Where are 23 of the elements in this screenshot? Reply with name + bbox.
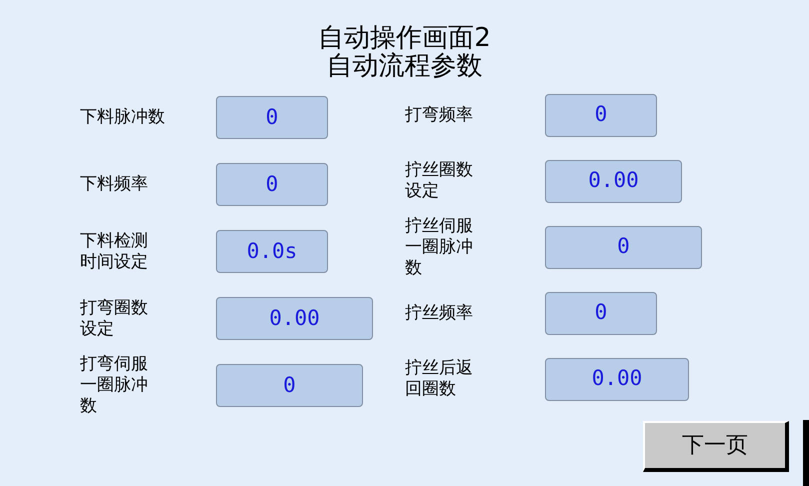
parameter-label: 拧丝后返回圈数 <box>405 358 473 400</box>
value-field[interactable]: 0.00 <box>545 160 682 202</box>
value-field[interactable]: 0 <box>545 226 702 268</box>
value-field[interactable]: 0.00 <box>216 297 373 340</box>
parameter-label: 拧丝圈数设定 <box>405 160 473 202</box>
parameter-label: 打弯伺服一圈脉冲数 <box>80 354 148 417</box>
next-page-button[interactable]: 下一页 <box>643 421 789 472</box>
parameter-label: 下料检测时间设定 <box>80 230 148 272</box>
screen-title: 自动操作画面2 <box>318 24 491 52</box>
value-field[interactable]: 0 <box>545 292 657 334</box>
value-field[interactable]: 0.00 <box>545 358 689 400</box>
parameter-label: 打弯频率 <box>405 104 474 126</box>
value-field[interactable]: 0.0s <box>216 230 328 273</box>
value-field[interactable]: 0 <box>216 96 328 139</box>
value-field[interactable]: 0 <box>545 94 657 136</box>
parameter-label: 拧丝伺服一圈脉冲数 <box>405 216 473 278</box>
screen-title: 自动流程参数 <box>326 52 482 80</box>
value-field[interactable]: 0 <box>216 364 363 407</box>
parameter-label: 下料脉冲数 <box>80 107 166 128</box>
parameter-label: 打弯圈数设定 <box>80 298 148 340</box>
parameter-label: 下料频率 <box>80 174 149 195</box>
value-field[interactable]: 0 <box>216 163 328 206</box>
parameter-label: 拧丝频率 <box>405 302 474 324</box>
